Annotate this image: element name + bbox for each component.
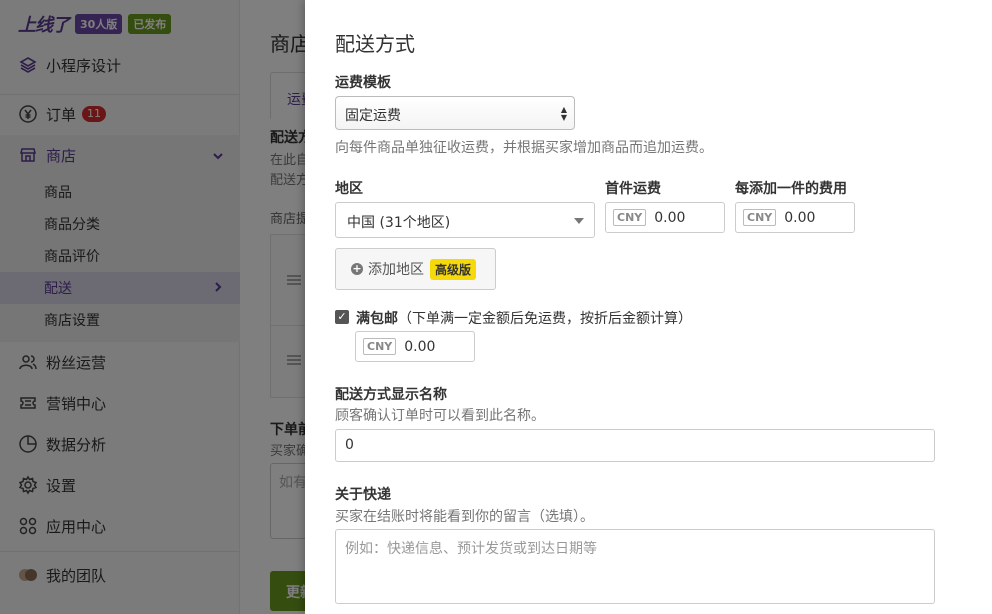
extra-fee-value: 0.00 [784, 210, 815, 226]
free-shipping-note: （下单满一定金额后免运费，按折后金额计算） [398, 311, 692, 327]
free-shipping-threshold-input[interactable]: CNY 0.00 [355, 331, 475, 362]
add-region-button[interactable]: + 添加地区 高级版 [335, 248, 496, 290]
region-label: 地区 [335, 178, 363, 198]
plus-circle-icon: + [351, 263, 363, 275]
free-shipping-checkbox[interactable]: ✓ [335, 310, 349, 324]
premium-badge: 高级版 [430, 259, 476, 280]
caret-down-icon [574, 218, 584, 224]
express-help: 买家在结账时将能看到你的留言（选填）。 [335, 506, 594, 526]
display-name-input[interactable]: 0 [335, 429, 935, 462]
display-name-label: 配送方式显示名称 [335, 384, 447, 404]
first-fee-input[interactable]: CNY 0.00 [605, 202, 725, 233]
drawer-title: 配送方式 [335, 28, 415, 57]
extra-fee-input[interactable]: CNY 0.00 [735, 202, 855, 233]
express-note-textarea[interactable]: 例如：快递信息、预计发货或到达日期等 [335, 529, 935, 604]
free-shipping-title: 满包邮 [356, 311, 398, 327]
add-region-label: 添加地区 [368, 259, 424, 279]
region-value: 中国 (31个地区) [347, 215, 450, 231]
first-fee-label: 首件运费 [605, 178, 661, 198]
shipping-method-drawer: 配送方式 运费模板 固定运费 ▲▼ 向每件商品单独征收运费，并根据买家增加商品而… [305, 0, 992, 614]
fee-template-value: 固定运费 [345, 108, 401, 124]
currency-label: CNY [743, 209, 776, 226]
select-arrows-icon: ▲▼ [561, 106, 567, 122]
currency-label: CNY [363, 338, 396, 355]
express-label: 关于快递 [335, 484, 391, 504]
first-fee-value: 0.00 [654, 210, 685, 226]
fee-template-help: 向每件商品单独征收运费，并根据买家增加商品而追加运费。 [335, 137, 713, 157]
free-shipping-label[interactable]: 满包邮（下单满一定金额后免运费，按折后金额计算） [356, 308, 692, 328]
extra-fee-label: 每添加一件的费用 [735, 178, 847, 198]
fee-template-select[interactable]: 固定运费 ▲▼ [335, 96, 575, 130]
region-select[interactable]: 中国 (31个地区) [335, 202, 595, 238]
fee-template-label: 运费模板 [335, 72, 391, 92]
free-shipping-threshold-value: 0.00 [404, 339, 435, 355]
display-name-help: 顾客确认订单时可以看到此名称。 [335, 405, 545, 425]
currency-label: CNY [613, 209, 646, 226]
